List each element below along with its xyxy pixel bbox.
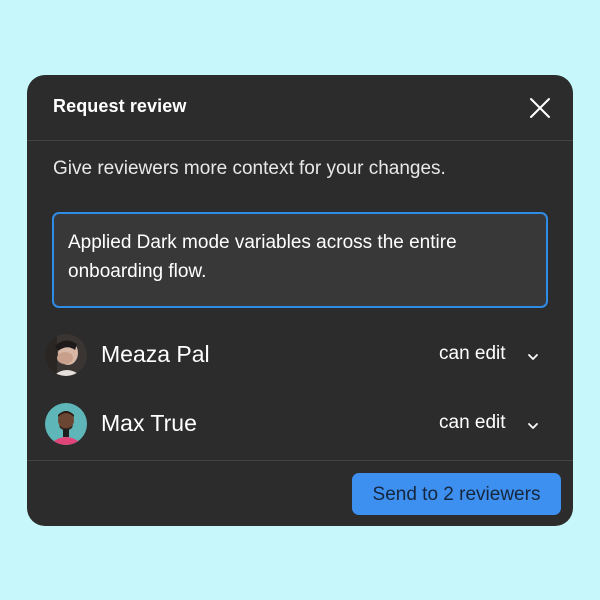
send-to-reviewers-button[interactable]: Send to 2 reviewers [352, 473, 561, 515]
review-message-field[interactable]: Applied Dark mode variables across the e… [52, 212, 548, 308]
reviewer-name: Max True [101, 410, 197, 436]
review-message-text[interactable]: Applied Dark mode variables across the e… [68, 228, 528, 286]
permission-dropdown[interactable]: can edit [439, 412, 538, 436]
chevron-down-icon [527, 349, 539, 360]
dialog-description: Give reviewers more context for your cha… [53, 158, 446, 179]
permission-label: can edit [439, 412, 506, 433]
close-icon[interactable] [529, 97, 551, 119]
dialog-title: Request review [53, 96, 187, 116]
avatar [45, 403, 87, 445]
dialog-footer: Send to 2 reviewers [27, 460, 573, 526]
avatar [45, 334, 87, 376]
request-review-dialog: Request review Give reviewers more conte… [27, 75, 573, 526]
reviewer-row: Meaza Pal can edit [27, 329, 573, 381]
permission-dropdown[interactable]: can edit [439, 343, 538, 367]
permission-label: can edit [439, 343, 506, 364]
chevron-down-icon [527, 418, 539, 429]
reviewer-name: Meaza Pal [101, 341, 210, 367]
reviewer-row: Max True can edit [27, 398, 573, 450]
dialog-header: Request review [27, 75, 573, 141]
